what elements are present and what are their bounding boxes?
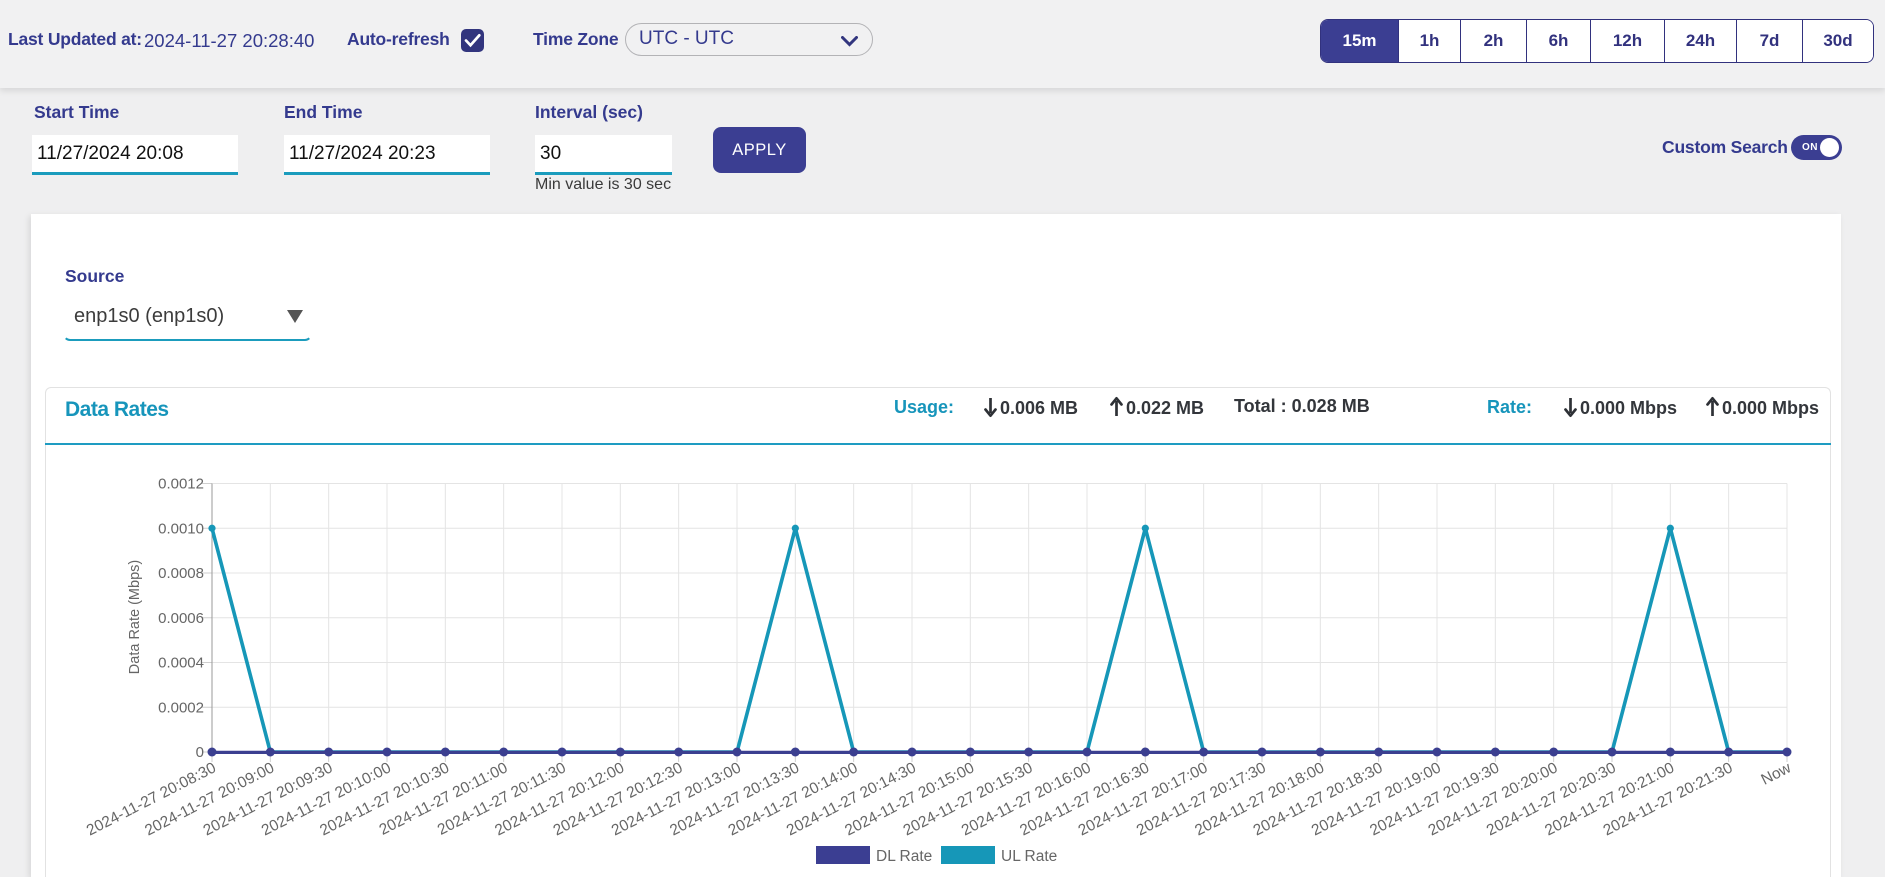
svg-text:0.0004: 0.0004 (158, 655, 204, 672)
svg-text:UL Rate: UL Rate (1001, 848, 1057, 865)
svg-text:DL Rate: DL Rate (876, 848, 932, 865)
svg-text:Now: Now (1758, 759, 1794, 789)
svg-text:0.0002: 0.0002 (158, 699, 204, 716)
svg-text:0.0012: 0.0012 (158, 476, 204, 493)
svg-text:0.0010: 0.0010 (158, 520, 204, 537)
svg-text:0: 0 (196, 744, 204, 761)
svg-text:0.0006: 0.0006 (158, 610, 204, 627)
svg-text:0.0008: 0.0008 (158, 565, 204, 582)
svg-text:Data Rate (Mbps): Data Rate (Mbps) (127, 560, 143, 674)
